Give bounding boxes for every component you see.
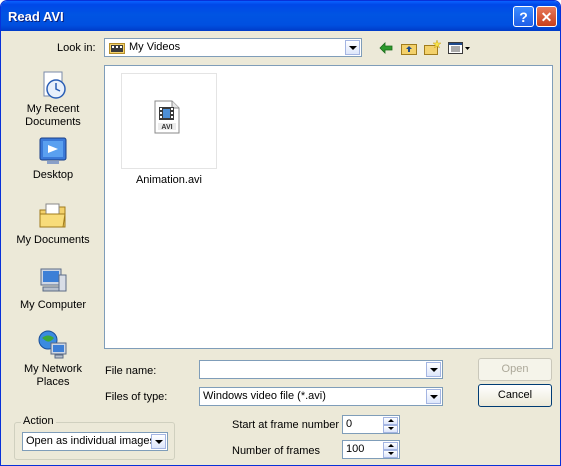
file-thumbnail[interactable]: AVI xyxy=(121,73,217,169)
spin-down-icon[interactable] xyxy=(383,425,398,433)
start-frame-spinner[interactable]: 0 xyxy=(342,415,400,434)
chevron-down-icon[interactable] xyxy=(151,434,166,449)
spin-up-icon[interactable] xyxy=(383,417,398,425)
window-title: Read AVI xyxy=(8,9,64,24)
view-menu-icon[interactable] xyxy=(447,39,471,57)
open-button[interactable]: Open xyxy=(478,358,552,381)
spin-down-icon[interactable] xyxy=(383,450,398,458)
my-documents-icon xyxy=(39,203,66,228)
start-frame-label: Start at frame number xyxy=(232,419,339,431)
place-label: My Network Places xyxy=(23,363,83,388)
folder-icon xyxy=(109,43,125,54)
close-button[interactable]: ✕ xyxy=(536,6,557,27)
place-label: My Computer xyxy=(19,299,87,311)
new-folder-icon[interactable] xyxy=(423,39,441,57)
files-of-type-dropdown[interactable]: Windows video file (*.avi) xyxy=(199,387,443,406)
place-label: My Recent Documents xyxy=(25,103,81,128)
chevron-down-icon[interactable] xyxy=(426,362,441,377)
back-arrow-icon[interactable] xyxy=(377,39,395,57)
place-my-recent-documents[interactable]: My Recent Documents xyxy=(8,69,98,129)
help-button[interactable]: ? xyxy=(513,6,534,27)
num-frames-value: 100 xyxy=(346,443,365,455)
action-value: Open as individual images xyxy=(26,435,156,447)
up-folder-icon[interactable] xyxy=(400,39,418,57)
places-bar: My Recent Documents Desktop My Documents xyxy=(8,65,98,395)
recent-documents-icon xyxy=(43,71,66,99)
file-name-input[interactable] xyxy=(199,360,443,379)
cancel-button[interactable]: Cancel xyxy=(478,384,552,407)
spin-up-icon[interactable] xyxy=(383,442,398,450)
files-of-type-value: Windows video file (*.avi) xyxy=(203,390,326,402)
file-name-label: Animation.avi xyxy=(135,174,203,186)
place-my-computer[interactable]: My Computer xyxy=(8,265,98,312)
action-group: Action Open as individual images xyxy=(14,415,175,460)
num-frames-spinner[interactable]: 100 xyxy=(342,440,400,459)
place-label: My Documents xyxy=(16,234,90,246)
num-frames-label: Number of frames xyxy=(232,445,321,457)
file-list[interactable]: AVI Animation.avi xyxy=(104,65,553,349)
chevron-down-icon[interactable] xyxy=(426,389,441,404)
action-group-label: Action xyxy=(21,415,56,427)
look-in-dropdown[interactable]: My Videos xyxy=(104,38,362,57)
file-badge: AVI xyxy=(161,124,172,131)
my-computer-icon xyxy=(40,268,67,292)
network-places-icon xyxy=(38,330,67,359)
start-frame-value: 0 xyxy=(346,418,353,430)
title-bar[interactable]: Read AVI ? ✕ xyxy=(1,1,560,31)
place-my-network-places[interactable]: My Network Places xyxy=(8,329,98,389)
avi-file-icon: AVI xyxy=(154,100,180,134)
place-desktop[interactable]: Desktop xyxy=(8,135,98,182)
place-label: Desktop xyxy=(32,169,74,181)
chevron-down-icon[interactable] xyxy=(345,40,360,55)
file-name-label: File name: xyxy=(105,365,157,377)
action-dropdown[interactable]: Open as individual images xyxy=(22,432,168,451)
place-my-documents[interactable]: My Documents xyxy=(8,200,98,247)
desktop-icon xyxy=(39,137,67,164)
read-avi-dialog: Read AVI ? ✕ Look in: My Videos My Recen… xyxy=(0,0,561,466)
look-in-value: My Videos xyxy=(129,41,181,53)
files-of-type-label: Files of type: xyxy=(105,391,168,403)
look-in-label: Look in: xyxy=(57,42,96,54)
